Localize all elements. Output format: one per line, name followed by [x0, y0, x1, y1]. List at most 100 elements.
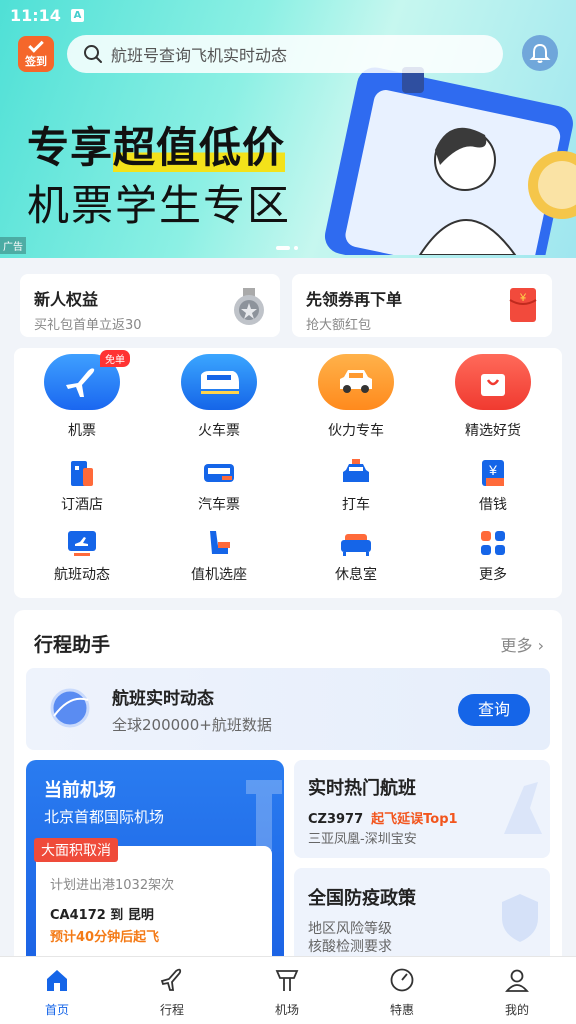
service-label: 打车	[342, 497, 370, 513]
current-airport-card[interactable]: 当前机场 北京首都国际机场 大面积取消 计划进出港1032架次 CA4172 到…	[26, 760, 284, 970]
service-goods[interactable]: 精选好货	[443, 354, 543, 440]
bus-icon	[204, 464, 234, 482]
promo-subtitle: 抢大额红包	[306, 318, 372, 333]
hot-flight-number: CZ3977	[308, 812, 364, 827]
more-link[interactable]: 更多 ›	[501, 632, 545, 656]
shopping-bag-icon	[481, 374, 505, 396]
taxi-icon	[343, 459, 369, 482]
train-icon	[201, 371, 239, 394]
check-icon	[28, 37, 44, 53]
service-lounge[interactable]: 休息室	[306, 528, 406, 584]
hot-flight-item: CZ3977 起飞延误Top1	[308, 808, 458, 827]
search-placeholder: 航班号查询飞机实时动态	[111, 46, 288, 65]
covid-item-risk: 地区风险等级	[308, 921, 392, 937]
airplane-icon	[66, 368, 95, 397]
status-time: 11:14	[10, 6, 61, 25]
globe-icon	[50, 688, 90, 728]
flight-status-card[interactable]: 航班实时动态 全球200000+航班数据 查询	[26, 668, 550, 750]
banner-headline-a: 专享	[27, 123, 114, 172]
hot-flights-title: 实时热门航班	[308, 778, 416, 799]
service-bus[interactable]: 汽车票	[169, 458, 269, 514]
tab-label: 机场	[274, 1003, 299, 1017]
service-label: 航班动态	[54, 567, 110, 583]
promo-banner[interactable]: 11:14 A 签到 航班号查询飞机实时动态 专享超值低价 机票学生专区 广告	[0, 0, 576, 258]
service-label: 休息室	[335, 567, 377, 583]
flight-status-subtitle: 全球200000+航班数据	[112, 716, 272, 734]
service-hotel[interactable]: 订酒店	[32, 458, 132, 514]
service-flight[interactable]: 免单 机票	[32, 350, 132, 440]
airport-detail: 计划进出港1032架次 CA4172 到 昆明 预计40分钟后起飞	[36, 846, 272, 966]
hot-flight-route: 三亚凤凰-深圳宝安	[308, 832, 417, 847]
yuan-icon: ¥	[482, 460, 504, 486]
flight-plan-count: 计划进出港1032架次	[50, 878, 175, 893]
tab-trips[interactable]: 行程	[132, 967, 212, 1018]
svg-text:¥: ¥	[488, 462, 497, 478]
trip-assistant: 行程助手 更多 › 航班实时动态 全球200000+航班数据 查询 当前机场 北…	[14, 610, 562, 970]
tab-home[interactable]: 首页	[17, 967, 97, 1018]
tab-profile[interactable]: 我的	[477, 967, 557, 1018]
hot-flight-rank: 起飞延误Top1	[371, 812, 458, 827]
search-input[interactable]: 航班号查询飞机实时动态	[67, 35, 503, 73]
newcomer-benefits-card[interactable]: 新人权益 买礼包首单立返30	[20, 274, 280, 337]
medal-icon	[234, 288, 264, 325]
covid-item-test: 核酸检测要求	[308, 939, 392, 955]
section-title: 行程助手	[34, 634, 111, 656]
free-badge: 免单	[100, 350, 130, 367]
coupon-card[interactable]: 先领券再下单 抢大额红包 ¥	[292, 274, 552, 337]
plane-icon	[160, 968, 182, 991]
checkin-button[interactable]: 签到	[18, 36, 54, 72]
flight-board-icon	[68, 531, 96, 556]
hotel-icon	[71, 461, 93, 486]
tab-deals[interactable]: 特惠	[362, 967, 442, 1018]
tab-airport[interactable]: 机场	[247, 967, 327, 1018]
departure-estimate: 预计40分钟后起飞	[50, 930, 160, 945]
banner-subheadline: 机票学生专区	[27, 181, 292, 230]
sofa-icon	[341, 534, 371, 556]
home-icon	[47, 970, 67, 991]
banner-illustration	[324, 67, 576, 255]
service-flight-status[interactable]: 航班动态	[32, 528, 132, 584]
airport-title: 当前机场	[44, 780, 116, 801]
hot-flights-card[interactable]: 实时热门航班 CZ3977 起飞延误Top1 三亚凤凰-深圳宝安	[294, 760, 550, 858]
tab-label: 特惠	[389, 1003, 414, 1017]
service-label: 值机选座	[191, 567, 247, 583]
banner-headline: 专享超值低价	[27, 114, 286, 175]
ad-label: 广告	[0, 237, 26, 254]
svg-text:¥: ¥	[519, 292, 527, 304]
user-icon	[505, 969, 529, 992]
gauge-icon	[390, 968, 414, 992]
covid-policy-card[interactable]: 全国防疫政策 地区风险等级 核酸检测要求	[294, 868, 550, 970]
service-label: 借钱	[479, 497, 507, 513]
query-button[interactable]: 查询	[458, 694, 530, 726]
service-loan[interactable]: ¥ 借钱	[443, 458, 543, 514]
service-label: 汽车票	[198, 497, 240, 513]
tab-label: 行程	[159, 1003, 184, 1017]
service-label: 更多	[479, 567, 507, 583]
tab-label: 首页	[44, 1003, 69, 1017]
service-label: 机票	[68, 423, 96, 439]
more-grid-icon	[481, 531, 505, 555]
status-indicator-icon: A	[70, 9, 84, 22]
service-ride[interactable]: 伙力专车	[306, 354, 406, 440]
service-taxi[interactable]: 打车	[306, 458, 406, 514]
service-label: 火车票	[198, 423, 240, 439]
promo-title: 先领券再下单	[306, 290, 403, 309]
covid-title: 全国防疫政策	[308, 888, 416, 909]
tab-label: 我的	[504, 1003, 529, 1017]
bottom-tab-bar: 首页 行程 机场 特惠 我的	[0, 956, 576, 1024]
shield-icon	[502, 894, 538, 942]
search-icon	[84, 45, 102, 63]
notification-button[interactable]	[522, 35, 558, 71]
service-train[interactable]: 火车票	[169, 354, 269, 440]
carousel-dots	[276, 246, 298, 250]
red-envelope-icon: ¥	[509, 288, 537, 322]
tower-icon	[246, 780, 282, 850]
banner-headline-b: 超值低价	[113, 123, 286, 172]
service-more[interactable]: 更多	[443, 528, 543, 584]
flight-status-title: 航班实时动态	[112, 689, 214, 709]
bell-icon	[529, 43, 551, 63]
service-label: 精选好货	[465, 423, 521, 439]
service-checkin-seat[interactable]: 值机选座	[169, 528, 269, 584]
airport-name: 北京首都国际机场	[44, 808, 165, 826]
status-bar: 11:14 A	[10, 6, 84, 25]
